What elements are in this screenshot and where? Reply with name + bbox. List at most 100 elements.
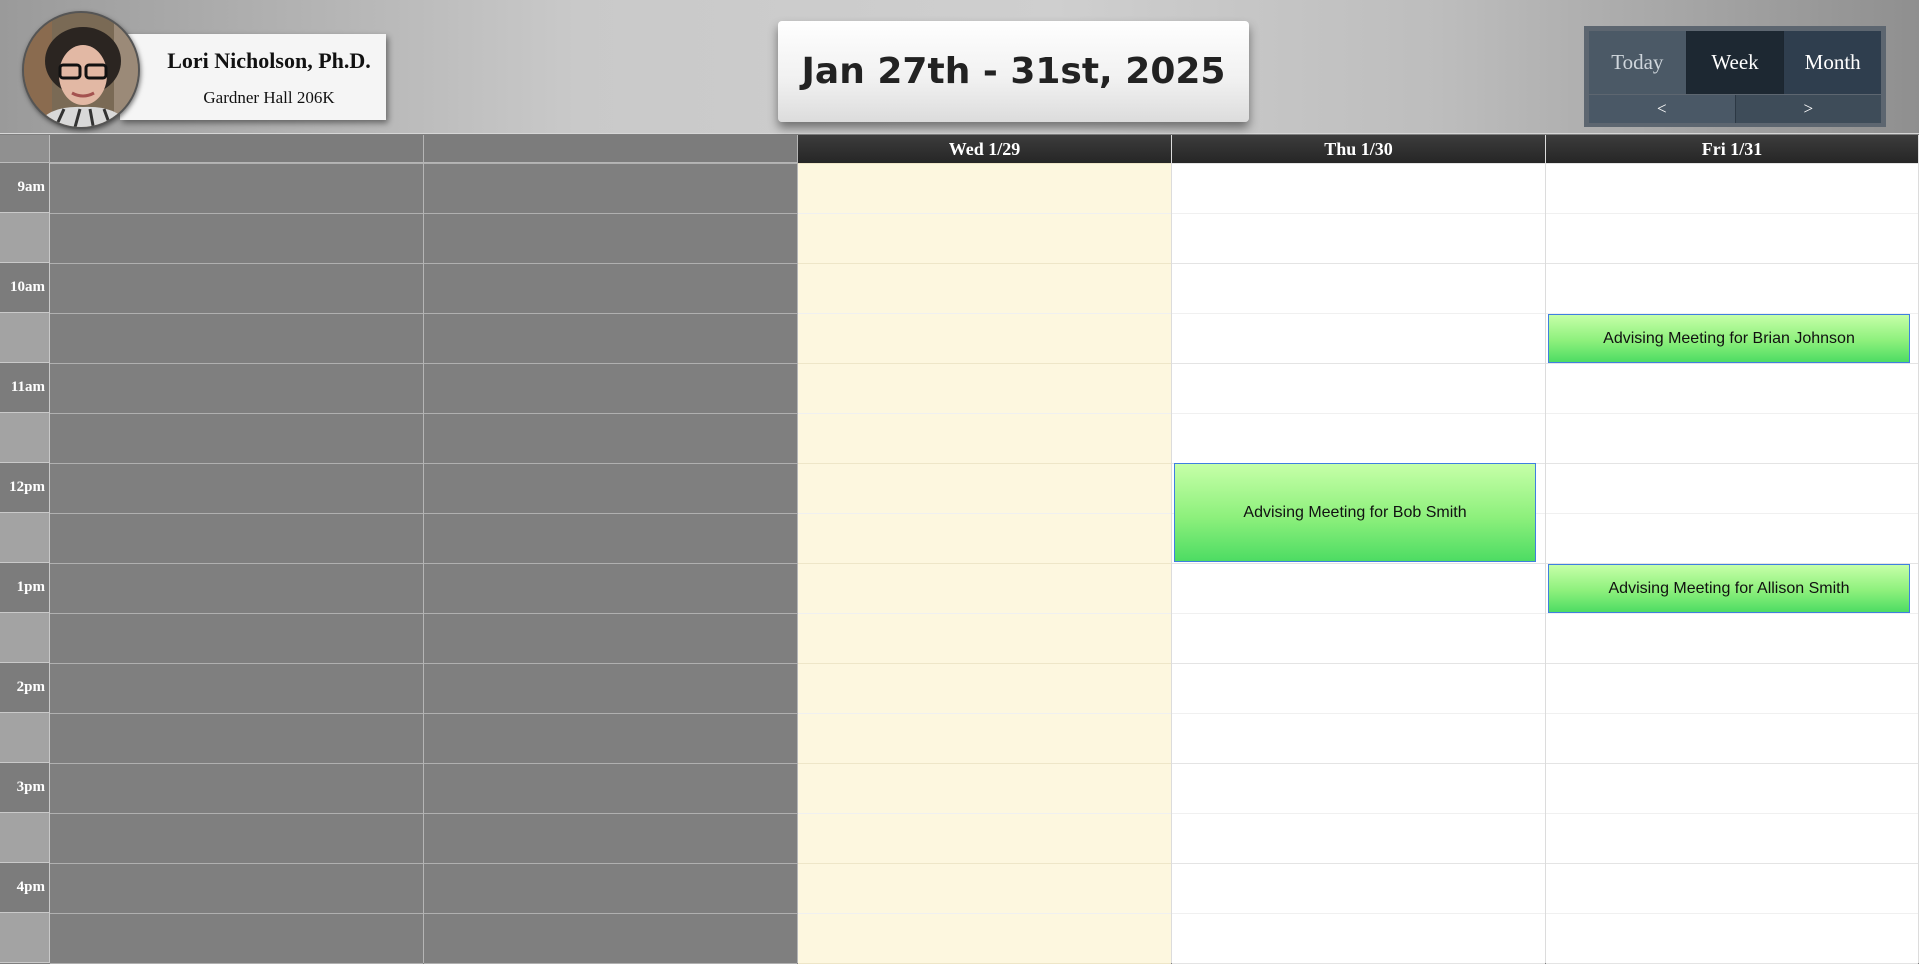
date-range-title: Jan 27th - 31st, 2025 xyxy=(801,51,1226,92)
grid-line xyxy=(1546,263,1918,264)
grid-line xyxy=(50,513,423,514)
avatar xyxy=(22,11,140,129)
grid-line xyxy=(50,863,423,864)
grid-line xyxy=(798,763,1171,764)
day-header xyxy=(50,135,423,163)
time-slot-hour: 3pm xyxy=(0,763,50,813)
grid-line xyxy=(798,813,1171,814)
grid-line xyxy=(1546,213,1918,214)
grid-line xyxy=(1546,163,1918,164)
view-navigation: Today Week Month < > xyxy=(1584,26,1886,127)
grid-line xyxy=(1172,913,1545,914)
grid-line xyxy=(1172,313,1545,314)
time-slot-half xyxy=(0,913,50,963)
grid-line xyxy=(798,913,1171,914)
time-slot-half xyxy=(0,513,50,563)
grid-line xyxy=(424,363,797,364)
grid-line xyxy=(1172,863,1545,864)
calendar-header: Lori Nicholson, Ph.D. Gardner Hall 206K … xyxy=(0,0,1919,134)
time-slot-half xyxy=(0,613,50,663)
time-label: 4pm xyxy=(16,879,45,895)
grid-line xyxy=(50,813,423,814)
advisor-profile-card: Lori Nicholson, Ph.D. Gardner Hall 206K xyxy=(120,34,386,120)
grid-line xyxy=(424,513,797,514)
next-week-button[interactable]: > xyxy=(1735,95,1881,123)
time-slot-half xyxy=(0,713,50,763)
grid-line xyxy=(1546,763,1918,764)
grid-line xyxy=(50,413,423,414)
grid-line xyxy=(1546,613,1918,614)
day-column-fri: Fri 1/31 Advising Meeting for Brian John… xyxy=(1546,135,1919,964)
grid-line xyxy=(1546,413,1918,414)
grid-line xyxy=(798,313,1171,314)
week-grid: 9am 10am 11am 12pm 1pm 2pm 3pm 4pm Wed 1/29 Thu… xyxy=(0,135,1919,964)
time-slot-hour: 2pm xyxy=(0,663,50,713)
grid-line xyxy=(50,263,423,264)
grid-line xyxy=(798,213,1171,214)
time-slot-half xyxy=(0,213,50,263)
grid-line xyxy=(1546,913,1918,914)
grid-line xyxy=(798,363,1171,364)
grid-line xyxy=(1172,763,1545,764)
time-column-header xyxy=(0,135,50,163)
grid-line xyxy=(1172,363,1545,364)
time-slot-half xyxy=(0,813,50,863)
grid-line xyxy=(424,463,797,464)
grid-line xyxy=(50,163,423,164)
grid-line xyxy=(798,513,1171,514)
advisor-office: Gardner Hall 206K xyxy=(203,88,335,107)
grid-line xyxy=(50,363,423,364)
grid-line xyxy=(1172,663,1545,664)
grid-line xyxy=(1172,163,1545,164)
grid-line xyxy=(1546,813,1918,814)
grid-line xyxy=(50,213,423,214)
grid-line xyxy=(798,413,1171,414)
grid-line xyxy=(50,463,423,464)
grid-line xyxy=(1172,263,1545,264)
grid-line xyxy=(50,613,423,614)
grid-line xyxy=(1546,463,1918,464)
grid-line xyxy=(1172,813,1545,814)
grid-line xyxy=(424,413,797,414)
previous-week-button[interactable]: < xyxy=(1589,95,1736,123)
event-brian-johnson[interactable]: Advising Meeting for Brian Johnson xyxy=(1548,314,1910,363)
grid-line xyxy=(50,313,423,314)
month-view-button[interactable]: Month xyxy=(1784,31,1882,94)
grid-line xyxy=(798,263,1171,264)
time-slot-hour: 11am xyxy=(0,363,50,413)
time-slot-hour: 1pm xyxy=(0,563,50,613)
day-column-tue xyxy=(424,135,798,964)
event-bob-smith[interactable]: Advising Meeting for Bob Smith xyxy=(1174,463,1536,562)
grid-line xyxy=(50,663,423,664)
grid-line xyxy=(424,713,797,714)
date-range-box: Jan 27th - 31st, 2025 xyxy=(778,21,1249,122)
grid-line xyxy=(424,663,797,664)
grid-line xyxy=(798,163,1171,164)
grid-line xyxy=(424,563,797,564)
time-label: 11am xyxy=(10,379,45,395)
grid-line xyxy=(1172,563,1545,564)
event-allison-smith[interactable]: Advising Meeting for Allison Smith xyxy=(1548,564,1910,613)
grid-line xyxy=(1546,513,1918,514)
time-slot-hour: 4pm xyxy=(0,863,50,913)
grid-line xyxy=(1172,213,1545,214)
grid-line xyxy=(1546,863,1918,864)
grid-line xyxy=(424,763,797,764)
grid-line xyxy=(424,313,797,314)
grid-line xyxy=(1546,663,1918,664)
today-button[interactable]: Today xyxy=(1589,31,1687,94)
day-column-mon xyxy=(50,135,424,964)
week-view-button[interactable]: Week xyxy=(1686,31,1785,94)
grid-line xyxy=(1546,713,1918,714)
time-label: 12pm xyxy=(9,479,45,495)
grid-line xyxy=(1172,413,1545,414)
time-slot-half xyxy=(0,413,50,463)
grid-line xyxy=(798,463,1171,464)
grid-line xyxy=(1546,363,1918,364)
grid-line xyxy=(1172,713,1545,714)
time-slot-half xyxy=(0,313,50,363)
time-label: 10am xyxy=(10,279,45,295)
time-slot-hour: 9am xyxy=(0,163,50,213)
time-slot-hour: 12pm xyxy=(0,463,50,513)
grid-line xyxy=(424,263,797,264)
